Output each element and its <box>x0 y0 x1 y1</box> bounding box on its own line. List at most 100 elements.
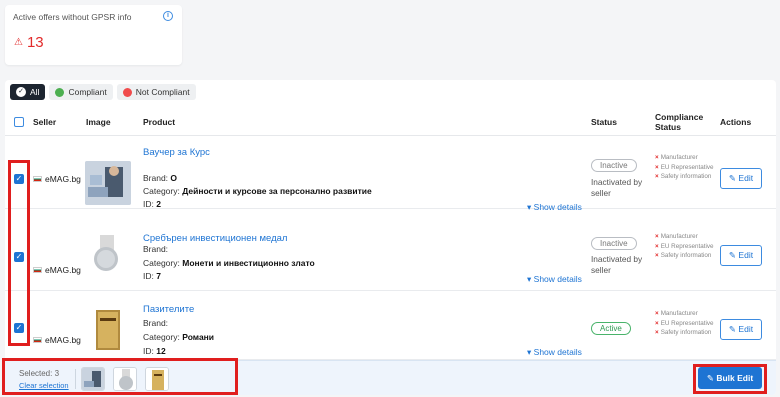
divider <box>75 369 76 389</box>
bulk-edit-button[interactable]: ✎ Bulk Edit <box>698 367 762 389</box>
x-icon: × <box>655 233 659 240</box>
edit-button[interactable]: ✎ Edit <box>720 319 762 340</box>
seller-name: eMAG.bg <box>45 265 81 275</box>
product-image[interactable] <box>85 308 131 352</box>
info-icon[interactable]: i <box>163 11 173 21</box>
status-note: Inactivated by seller <box>591 177 643 198</box>
product-image[interactable] <box>85 233 131 277</box>
x-icon: × <box>655 173 659 180</box>
header-product: Product <box>143 117 176 127</box>
seller-name: eMAG.bg <box>45 174 81 184</box>
product-id: ID: 12 <box>143 346 166 356</box>
x-icon: × <box>655 329 659 336</box>
edit-label: Edit <box>738 324 754 334</box>
row-checkbox[interactable]: ✓ <box>14 323 24 333</box>
status-badge: Inactive <box>591 159 637 172</box>
product-name-link[interactable]: Сребърен инвестиционен медал <box>143 233 287 244</box>
compliance-item: × Safety information <box>655 329 717 337</box>
compliance-label: EU Representative <box>660 319 714 327</box>
edit-label: Edit <box>738 173 754 183</box>
compliance-label: Safety information <box>660 252 712 259</box>
select-all-checkbox[interactable] <box>14 117 24 127</box>
gpsr-stat-card: Active offers without GPSR info i ⚠ 13 <box>5 5 182 65</box>
filter-not-compliant-label: Not Compliant <box>135 87 190 97</box>
product-id: ID: 7 <box>143 271 161 281</box>
compliance-item: × EU Representative <box>655 164 717 172</box>
compliance-item: × EU Representative <box>655 243 717 251</box>
table-row: ✓ eMAG.bg Ваучер за Курс Brand: O Catego… <box>5 137 776 212</box>
table-header: Seller Image Product Status Compliance S… <box>5 110 776 136</box>
show-details-label: Show details <box>533 274 582 284</box>
header-compliance: Compliance Status <box>655 112 704 132</box>
compliance-label: EU Representative <box>660 163 714 171</box>
category-value: Дейности и курсове за персонално развити… <box>182 186 372 196</box>
pencil-icon: ✎ <box>728 173 737 183</box>
header-actions: Actions <box>720 117 752 127</box>
filter-chips: ✓ All Compliant Not Compliant <box>10 84 196 100</box>
product-brand: Brand: O <box>143 173 177 183</box>
product-image[interactable] <box>85 161 131 205</box>
seller-cell: eMAG.bg <box>33 335 81 345</box>
category-label: Category: <box>143 186 180 196</box>
filter-all[interactable]: ✓ All <box>10 84 46 100</box>
compliance-label: Manufacturer <box>660 310 698 317</box>
filter-compliant[interactable]: Compliant <box>49 84 113 100</box>
x-icon: × <box>655 163 659 171</box>
bg-flag-icon <box>33 267 42 273</box>
edit-button[interactable]: ✎ Edit <box>720 245 762 266</box>
header-image: Image <box>86 117 111 127</box>
compliance-label: Safety information <box>660 173 712 180</box>
compliance-item: × Safety information <box>655 173 717 181</box>
status-badge: Active <box>591 322 631 335</box>
category-value: Романи <box>182 332 215 342</box>
show-details-label: Show details <box>533 347 582 357</box>
brand-label: Brand: <box>143 244 169 254</box>
row-checkbox[interactable]: ✓ <box>14 174 24 184</box>
x-icon: × <box>655 242 659 250</box>
product-category: Category: Романи <box>143 332 214 342</box>
status-badge: Inactive <box>591 237 637 250</box>
selected-thumb <box>81 367 105 391</box>
show-details-link[interactable]: ▾ Show details <box>527 274 582 285</box>
clear-selection-link[interactable]: Clear selection <box>19 381 69 390</box>
row-checkbox[interactable]: ✓ <box>14 252 24 262</box>
check-circle-icon: ✓ <box>16 87 26 97</box>
product-category: Category: Дейности и курсове за персонал… <box>143 186 372 196</box>
compliance-item: × Manufacturer <box>655 154 717 162</box>
stat-count: ⚠ 13 <box>14 34 44 51</box>
compliance-list: × Manufacturer × EU Representative × Safety… <box>655 310 717 337</box>
product-name-link[interactable]: Пазителите <box>143 304 194 315</box>
status-note: Inactivated by seller <box>591 254 643 275</box>
brand-value: O <box>170 173 178 183</box>
id-value: 2 <box>156 199 161 209</box>
bulk-edit-label: Bulk Edit <box>716 373 754 383</box>
x-icon: × <box>655 319 659 327</box>
compliance-label: EU Representative <box>660 242 714 250</box>
id-label: ID: <box>143 271 154 281</box>
chevron-down-icon: ▾ <box>527 347 532 357</box>
id-value: 7 <box>156 271 161 281</box>
header-status: Status <box>591 117 617 127</box>
id-label: ID: <box>143 346 154 356</box>
product-name-link[interactable]: Ваучер за Курс <box>143 147 210 158</box>
brand-label: Brand: <box>143 318 169 328</box>
edit-button[interactable]: ✎ Edit <box>720 168 762 189</box>
pencil-icon: ✎ <box>706 373 714 383</box>
offers-panel: ✓ All Compliant Not Compliant Seller Ima… <box>5 80 776 395</box>
show-details-link[interactable]: ▾ Show details <box>527 347 582 358</box>
selected-thumb <box>113 367 137 391</box>
brand-label: Brand: <box>143 173 169 183</box>
compliance-label: Safety information <box>660 329 712 336</box>
chevron-down-icon: ▾ <box>527 202 532 212</box>
seller-cell: eMAG.bg <box>33 174 81 184</box>
edit-label: Edit <box>738 250 754 260</box>
table-row: ✓ eMAG.bg Пазителите Brand: Category: Ро… <box>5 291 776 360</box>
compliance-label: Manufacturer <box>660 233 698 240</box>
stat-title: Active offers without GPSR info <box>13 12 132 22</box>
show-details-link[interactable]: ▾ Show details <box>527 202 582 213</box>
seller-name: eMAG.bg <box>45 335 81 345</box>
compliance-list: × Manufacturer × EU Representative × Safety… <box>655 154 717 181</box>
category-value: Монети и инвестиционно злато <box>182 258 315 268</box>
filter-not-compliant[interactable]: Not Compliant <box>116 84 196 100</box>
selection-bar: Selected: 3 Clear selection ✎ Bulk Edit <box>5 360 776 395</box>
